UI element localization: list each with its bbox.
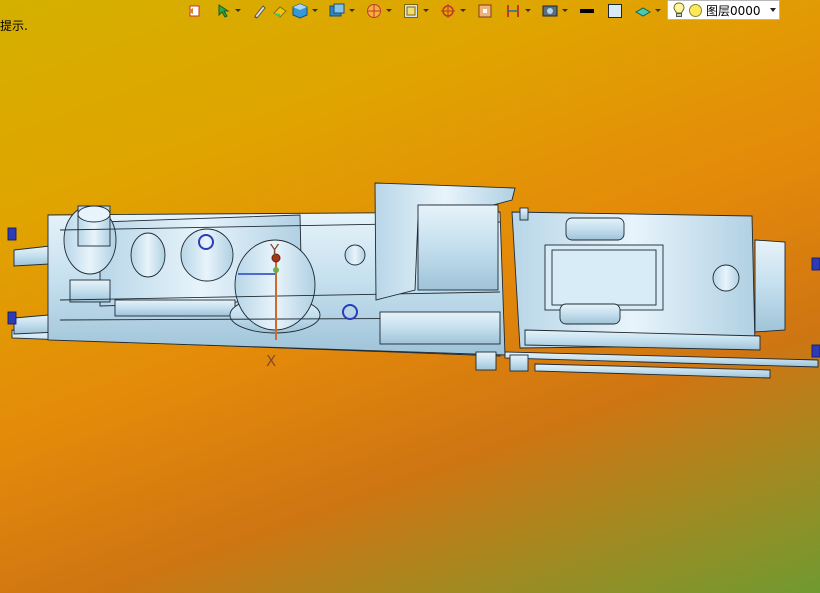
render-sphere-dropdown[interactable] — [385, 2, 392, 20]
material-icon[interactable] — [634, 2, 652, 20]
line-color-icon[interactable] — [578, 2, 596, 20]
render-sphere-icon[interactable] — [365, 2, 383, 20]
locomotive-model[interactable] — [7, 182, 820, 379]
pen-icon[interactable] — [251, 2, 269, 20]
layer-name: 图层0000 — [706, 3, 761, 18]
section-plane-icon[interactable] — [504, 2, 522, 20]
view-toolbar — [186, 0, 661, 21]
x-axis-label: X — [266, 352, 276, 370]
frame-icon[interactable] — [402, 2, 420, 20]
layer-dropdown-arrow[interactable] — [767, 8, 779, 12]
display-filter-icon[interactable] — [541, 2, 559, 20]
frame-dropdown[interactable] — [422, 2, 429, 20]
material-dropdown[interactable] — [654, 2, 661, 20]
orient-target-icon[interactable] — [439, 2, 457, 20]
undo-view-icon[interactable] — [186, 2, 204, 20]
orient-target-dropdown[interactable] — [459, 2, 466, 20]
view-cube-dropdown[interactable] — [348, 2, 355, 20]
y-axis-label: Y — [269, 241, 280, 259]
layer-selector[interactable]: 图层0000 — [667, 0, 780, 20]
fill-color-icon[interactable] — [606, 2, 624, 20]
view-cube-icon[interactable] — [328, 2, 346, 20]
select-filter-dropdown[interactable] — [234, 2, 241, 20]
snap-box-icon[interactable] — [476, 2, 494, 20]
section-plane-dropdown[interactable] — [524, 2, 531, 20]
display-filter-dropdown[interactable] — [561, 2, 568, 20]
3d-viewport[interactable]: Y X — [0, 0, 820, 593]
eraser-icon[interactable] — [271, 2, 289, 20]
hint-text: 提示. — [0, 19, 28, 33]
lightbulb-icon[interactable] — [672, 2, 686, 18]
shaded-cube-icon[interactable] — [291, 2, 309, 20]
select-filter-icon[interactable] — [214, 2, 232, 20]
shaded-cube-dropdown[interactable] — [311, 2, 318, 20]
layer-on-dot-icon[interactable] — [689, 3, 702, 17]
